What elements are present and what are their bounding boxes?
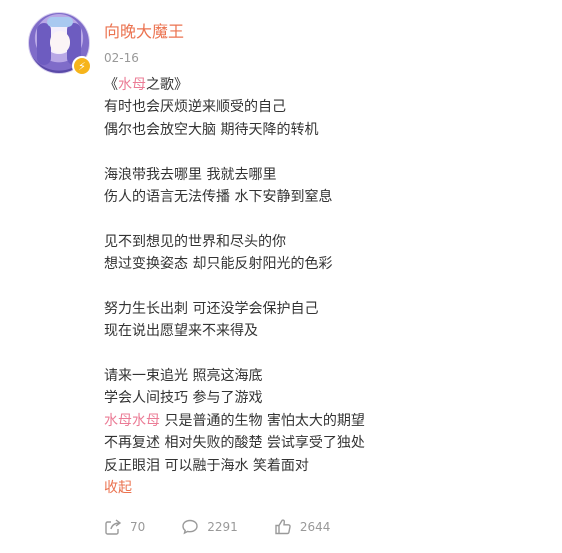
share-button[interactable]: 70 <box>104 518 145 536</box>
action-bar: 70 2291 2644 <box>104 518 366 536</box>
post-line: 水母水母 只是普通的生物 害怕太大的期望 <box>104 410 544 432</box>
post-date[interactable]: 02-16 <box>104 50 139 66</box>
highlight-text[interactable]: 水母 <box>104 413 132 429</box>
post-text: 学会人间技巧 参与了游戏 <box>104 390 263 407</box>
comment-count: 2291 <box>207 520 238 534</box>
comment-icon <box>182 519 198 535</box>
post-line: 见不到想见的世界和尽头的你 <box>104 231 544 253</box>
comment-button[interactable]: 2291 <box>181 518 238 536</box>
post-line: 想过变换姿态 却只能反射阳光的色彩 <box>104 253 544 275</box>
highlight-text[interactable]: 水母 <box>118 77 146 93</box>
collapse-button[interactable]: 收起 <box>104 477 544 499</box>
post-text: 只是普通的生物 害怕太大的期望 <box>160 412 365 429</box>
post-text: 《 <box>104 77 118 93</box>
username-link[interactable]: 向晚大魔王 <box>104 22 184 42</box>
post-line: 偶尔也会放空大脑 期待天降的转机 <box>104 119 544 141</box>
post-line: 现在说出愿望来不来得及 <box>104 320 544 342</box>
post-text: 反正眼泪 可以融于海水 笑着面对 <box>104 457 309 474</box>
like-count: 2644 <box>299 520 331 534</box>
share-icon <box>105 519 122 535</box>
post-text: 海浪带我去哪里 我就去哪里 <box>104 166 277 183</box>
post-line: 努力生长出刺 可还没学会保护自己 <box>104 298 544 320</box>
post-text: 偶尔也会放空大脑 期待天降的转机 <box>104 121 319 138</box>
avatar-bow <box>47 17 73 27</box>
post-line: 反正眼泪 可以融于海水 笑着面对 <box>104 455 544 477</box>
post-text: 伤人的语言无法传播 水下安静到窒息 <box>104 188 333 205</box>
post-lines: 《水母之歌》 有时也会厌烦逆来顺受的自己 偶尔也会放空大脑 期待天降的转机 海浪带我去… <box>104 74 544 477</box>
post-text: 请来一束追光 照亮这海底 <box>104 368 263 385</box>
post-line: 伤人的语言无法传播 水下安静到窒息 <box>104 186 544 208</box>
post-line: 有时也会厌烦逆来顺受的自己 <box>104 96 544 118</box>
post-text: 想过变换姿态 却只能反射阳光的色彩 <box>104 256 333 273</box>
highlight-text[interactable]: 水母 <box>132 413 160 429</box>
avatar[interactable]: ⚡ <box>28 12 92 76</box>
lightning-badge-icon: ⚡ <box>72 56 92 76</box>
post-text: 现在说出愿望来不来得及 <box>104 323 258 340</box>
post-text: 努力生长出刺 可还没学会保护自己 <box>104 300 319 317</box>
thumbs-up-icon <box>275 519 291 535</box>
avatar-face <box>50 31 70 53</box>
post-line: 请来一束追光 照亮这海底 <box>104 365 544 387</box>
post-line: 海浪带我去哪里 我就去哪里 <box>104 164 544 186</box>
post-text: 有时也会厌烦逆来顺受的自己 <box>104 99 286 116</box>
like-button[interactable]: 2644 <box>274 518 331 536</box>
post-text: 见不到想见的世界和尽头的你 <box>104 233 286 250</box>
post-line: 不再复述 相对失败的酸楚 尝试享受了独处 <box>104 432 544 454</box>
post-content: 《水母之歌》 有时也会厌烦逆来顺受的自己 偶尔也会放空大脑 期待天降的转机 海浪带我去… <box>104 74 544 499</box>
post-line: 《水母之歌》 <box>104 74 544 96</box>
post-line: 学会人间技巧 参与了游戏 <box>104 387 544 409</box>
post-text: 不再复述 相对失败的酸楚 尝试享受了独处 <box>104 435 365 452</box>
share-count: 70 <box>130 520 146 534</box>
avatar-hair-left <box>37 23 51 65</box>
post-text: 之歌》 <box>146 77 188 93</box>
